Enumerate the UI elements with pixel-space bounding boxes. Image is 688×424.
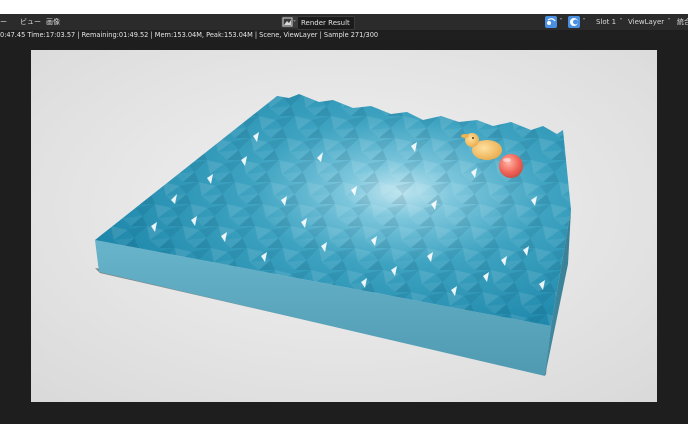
chevron-down-icon[interactable]: ˅ (618, 17, 624, 27)
window-title-strip (0, 0, 688, 15)
render-status-bar: 0:47.45 Time:17:03.57 | Remaining:01:49.… (0, 30, 688, 40)
chevron-down-icon[interactable]: ˅ (558, 17, 564, 27)
render-result-image (31, 50, 657, 402)
chevron-down-icon[interactable]: ˅ (666, 17, 672, 27)
image-menu[interactable]: 画像 (46, 17, 60, 27)
image-browse-button[interactable]: ˅ (281, 16, 298, 28)
slot-selector[interactable]: Slot 1 (596, 17, 616, 27)
image-name-field[interactable]: Render Result (297, 16, 355, 30)
water-scene-render (31, 50, 657, 402)
image-name-text: Render Result (301, 19, 350, 27)
view-layer-selector[interactable]: ViewLayer (628, 17, 664, 27)
display-channels-button[interactable] (568, 16, 580, 28)
image-editor-header: ー ビュー 画像 ˅ Render Result ˅ ˅ Slot 1 ˅ Vi… (0, 14, 688, 41)
menu-partial[interactable]: ー (0, 17, 7, 27)
beach-ball (499, 154, 523, 178)
display-channels-icon (570, 18, 578, 26)
render-display-toggle[interactable] (545, 16, 557, 28)
image-icon: ˅ (282, 17, 296, 27)
chevron-down-icon[interactable]: ˅ (581, 17, 587, 27)
composite-pass-partial[interactable]: 統合 (677, 17, 688, 27)
render-status-text: 0:47.45 Time:17:03.57 | Remaining:01:49.… (0, 31, 379, 39)
svg-text:˅: ˅ (293, 20, 296, 27)
render-icon (547, 18, 556, 25)
view-menu[interactable]: ビュー (20, 17, 41, 27)
